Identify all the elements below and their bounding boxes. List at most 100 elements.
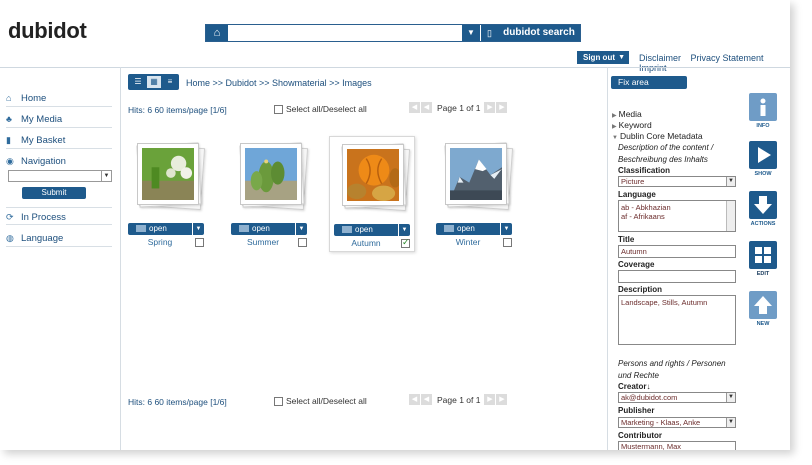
folder-icon <box>342 226 352 234</box>
spring-image <box>142 148 194 200</box>
language-option[interactable]: af - Afrikaans <box>621 212 733 221</box>
hits-count: Hits: 6 60 items/page [1/6] <box>128 105 227 115</box>
title-field[interactable]: Autumn <box>618 245 736 258</box>
item-checkbox[interactable] <box>503 237 515 248</box>
item-checkbox[interactable] <box>401 237 413 249</box>
triangle-down-icon: ▼ <box>612 135 618 141</box>
chevron-down-icon[interactable]: ▼ <box>192 223 204 235</box>
coverage-field[interactable] <box>618 270 736 283</box>
open-button[interactable]: open ▼ <box>128 223 204 235</box>
new-button[interactable] <box>749 291 777 319</box>
chevron-down-icon: ▼ <box>726 177 735 186</box>
app-frame: dubidot ⌂ ▼ ▯ dubidot search Sign out ▼ … <box>0 0 790 450</box>
sidebar-item-navigation[interactable]: ◉ Navigation <box>6 152 112 170</box>
chevron-down-icon[interactable]: ▼ <box>295 223 307 235</box>
select-all-toggle[interactable]: Select all/Deselect all <box>274 104 367 115</box>
media-item-spring: open ▼ Spring <box>128 136 214 252</box>
next-page-icon[interactable]: ▶ <box>484 102 496 114</box>
privacy-link[interactable]: Privacy Statement <box>691 53 764 63</box>
sidebar-item-label: My Basket <box>21 135 66 146</box>
next-page-icon[interactable]: ▶ <box>484 394 496 406</box>
content-heading-line2: Beschreibung des Inhalts <box>618 155 708 164</box>
open-label: open <box>355 225 373 234</box>
creator-value: ak@dubidot.com <box>621 393 678 402</box>
sidebar-item-language[interactable]: ◍ Language <box>6 229 112 247</box>
content-heading-line1: Description of the content / <box>618 143 714 152</box>
item-caption: Autumn <box>351 238 381 248</box>
chevron-down-icon: ▼ <box>618 54 625 61</box>
triangle-right-icon: ▶ <box>612 124 617 130</box>
chevron-down-icon[interactable]: ▼ <box>500 223 512 235</box>
open-button[interactable]: open ▼ <box>436 223 512 235</box>
contributor-field[interactable]: Mustermann, Max <box>618 441 736 450</box>
hits-count-bottom: Hits: 6 60 items/page [1/6] <box>128 397 227 407</box>
winter-image <box>450 148 502 200</box>
item-checkbox[interactable] <box>195 237 207 248</box>
open-button[interactable]: open ▼ <box>231 223 307 235</box>
thumbnail[interactable] <box>444 142 514 211</box>
prev-page-icon[interactable]: ◀ <box>421 102 432 114</box>
sidebar-item-my-basket[interactable]: ▮ My Basket <box>6 131 112 149</box>
detail-view-icon[interactable]: ≡ <box>163 76 177 88</box>
show-label: SHOW <box>754 171 772 177</box>
select-all-checkbox[interactable] <box>274 105 283 115</box>
sign-out-button[interactable]: Sign out ▼ <box>577 51 629 64</box>
media-icon: ♣ <box>6 114 12 124</box>
grid-view-icon[interactable]: ▦ <box>147 76 161 88</box>
page: dubidot ⌂ ▼ ▯ dubidot search Sign out ▼ … <box>0 0 812 465</box>
search-button[interactable]: dubidot search <box>498 25 580 41</box>
home-icon[interactable]: ⌂ <box>206 25 228 41</box>
last-page-icon[interactable]: ▶ <box>496 102 508 114</box>
contributor-label: Contributor <box>618 431 662 440</box>
open-label: open <box>252 224 270 233</box>
item-checkbox[interactable] <box>298 237 310 248</box>
search-bar: ⌂ ▼ ▯ dubidot search <box>205 24 581 42</box>
thumbnail[interactable] <box>341 143 411 212</box>
sign-out-label: Sign out <box>583 53 615 62</box>
first-page-icon[interactable]: ◀ <box>409 102 420 114</box>
sidebar-item-my-media[interactable]: ♣ My Media <box>6 110 112 128</box>
sidebar-item-home[interactable]: ⌂ Home <box>6 89 112 107</box>
open-button[interactable]: open ▼ <box>334 224 410 236</box>
actions-button[interactable] <box>749 191 777 219</box>
breadcrumb[interactable]: Home >> Dubidot >> Showmaterial >> Image… <box>186 78 372 88</box>
chevron-down-icon[interactable]: ▼ <box>398 224 410 236</box>
select-all-checkbox[interactable] <box>274 397 283 407</box>
last-page-icon[interactable]: ▶ <box>496 394 508 406</box>
publisher-select[interactable]: Marketing - Klaas, Anke ▼ <box>618 417 736 428</box>
thumbnail[interactable] <box>239 142 309 211</box>
navigation-select[interactable]: ▼ <box>8 170 112 182</box>
section-keyword[interactable]: ▶ Keyword <box>612 120 652 130</box>
thumbnail[interactable] <box>136 142 206 211</box>
fix-area-button[interactable]: Fix area <box>611 76 687 89</box>
chevron-down-icon[interactable]: ▼ <box>462 25 480 41</box>
section-media[interactable]: ▶ Media <box>612 109 642 119</box>
show-button[interactable] <box>749 141 777 169</box>
submit-button[interactable]: Submit <box>22 187 86 199</box>
document-icon[interactable]: ▯ <box>480 25 498 41</box>
language-listbox[interactable]: ab - Abkhazian af - Afrikaans <box>618 200 736 232</box>
classification-select[interactable]: Picture ▼ <box>618 176 736 187</box>
page-label: Page 1 of 1 <box>437 394 481 405</box>
disclaimer-link[interactable]: Disclaimer <box>639 53 681 63</box>
open-label: open <box>457 224 475 233</box>
edit-button[interactable] <box>749 241 777 269</box>
section-dublin-core[interactable]: ▼ Dublin Core Metadata <box>612 131 703 141</box>
pager: ◀ ◀ Page 1 of 1 ▶ ▶ <box>409 102 508 114</box>
sidebar-item-in-process[interactable]: ⟳ In Process <box>6 207 112 225</box>
prev-page-icon[interactable]: ◀ <box>421 394 432 406</box>
view-switcher: ☰ ▦ ≡ <box>128 74 179 90</box>
list-view-icon[interactable]: ☰ <box>131 76 145 88</box>
info-button[interactable] <box>749 93 777 121</box>
first-page-icon[interactable]: ◀ <box>409 394 420 406</box>
scrollbar[interactable] <box>726 201 735 231</box>
creator-label: Creator↓ <box>618 382 651 391</box>
search-input[interactable] <box>230 26 460 40</box>
description-field[interactable]: Landscape, Stills, Autumn <box>618 295 736 345</box>
open-label: open <box>149 224 167 233</box>
language-option[interactable]: ab - Abkhazian <box>621 203 733 212</box>
creator-select[interactable]: ak@dubidot.com ▼ <box>618 392 736 403</box>
select-all-toggle-bottom[interactable]: Select all/Deselect all <box>274 396 367 407</box>
media-item-autumn: open ▼ Autumn <box>329 136 415 252</box>
chevron-down-icon: ▼ <box>101 171 111 181</box>
